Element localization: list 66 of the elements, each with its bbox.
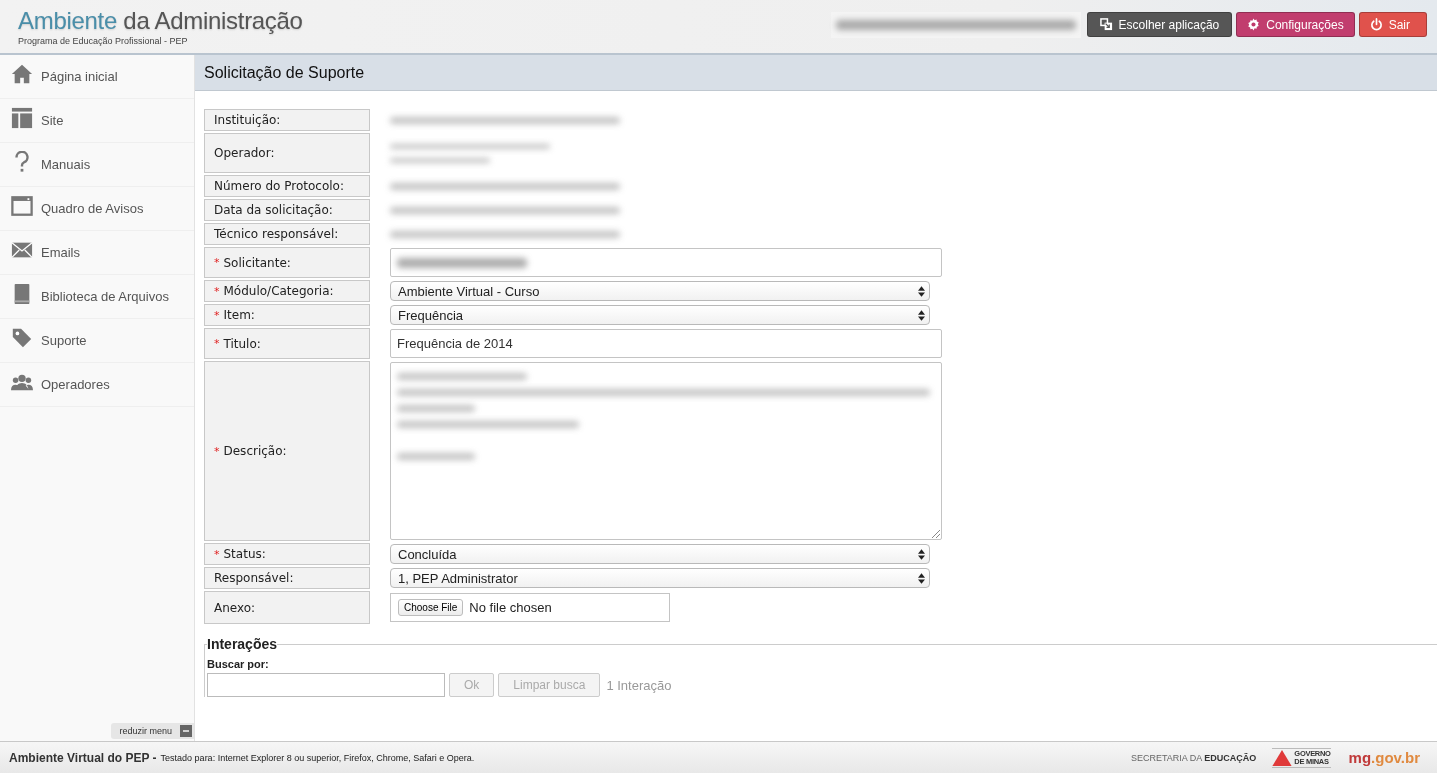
minus-icon [180, 725, 192, 737]
required-marker: * [214, 256, 220, 269]
sidebar-item[interactable]: Manuais [0, 143, 194, 187]
app-title: Ambiente da Administração [18, 7, 303, 35]
collapse-menu-button[interactable]: reduzir menu [111, 723, 194, 739]
house-icon [11, 62, 33, 85]
field-label: Status: [223, 547, 266, 561]
footer-title: Ambiente Virtual do PEP - [9, 750, 157, 765]
sidebar-item[interactable]: Emails [0, 231, 194, 275]
field-label: Solicitante: [223, 255, 291, 270]
field-label: Instituição: [214, 113, 281, 127]
gear-icon [1247, 18, 1261, 31]
required-marker: * [214, 337, 220, 350]
title-field[interactable]: Frequência de 2014 [390, 329, 942, 358]
file-status: No file chosen [469, 600, 552, 615]
section-title: Interações [207, 636, 278, 652]
updown-icon [918, 572, 925, 584]
required-marker: * [214, 284, 220, 298]
dropdown[interactable]: 1, PEP Administrator [390, 568, 930, 588]
field-label: Item: [223, 308, 255, 322]
field-label: Anexo: [214, 600, 256, 615]
sidebar-item[interactable]: Página inicial [0, 55, 194, 99]
search-field[interactable] [207, 673, 445, 697]
field-label: Descrição: [223, 444, 287, 458]
updown-icon [918, 548, 925, 560]
interaction-count: 1 Interação [606, 677, 672, 693]
header-button[interactable]: Sair [1358, 12, 1427, 37]
search-label: Buscar por: [207, 658, 270, 670]
sidebar-item[interactable]: Site [0, 99, 194, 143]
field-label: Número do Protocolo: [214, 179, 344, 193]
site-logo: mg.gov.br [1348, 749, 1420, 766]
required-marker: * [214, 444, 220, 458]
header-button[interactable]: Escolher aplicação [1086, 12, 1233, 37]
updown-icon [918, 285, 925, 297]
field-label: Data da solicitação: [214, 203, 333, 217]
field-label: Titulo: [223, 336, 261, 351]
dropdown[interactable]: Concluída [390, 544, 930, 564]
header-button[interactable]: Configurações [1236, 12, 1355, 37]
secretaria-logo: SECRETARIA DA EDUCAÇÃO [1131, 752, 1257, 763]
required-marker: * [214, 308, 220, 322]
browser-note: Testado para: Internet Explorer 8 ou superior, Firefox, Chrome, Safari e Opera. [160, 752, 475, 763]
window-icon [11, 194, 33, 217]
field-label: Operador: [214, 146, 275, 160]
description-field[interactable] [390, 362, 942, 540]
sidebar-item[interactable]: Suporte [0, 319, 194, 363]
sidebar-item[interactable]: Quadro de Avisos [0, 187, 194, 231]
switch-icon [1099, 18, 1113, 31]
app-subtitle: Programa de Educação Profissional - PEP [18, 36, 189, 46]
field-label: Responsável: [214, 571, 294, 585]
layout-icon [11, 106, 33, 129]
sidebar-item[interactable]: Operadores [0, 363, 194, 407]
required-marker: * [214, 547, 220, 561]
file-field[interactable]: Choose File No file chosen [390, 593, 670, 622]
resize-grip-icon [932, 530, 940, 538]
triangle-icon [1272, 749, 1293, 766]
field-label: Módulo/Categoria: [223, 284, 334, 298]
choose-file-button[interactable]: Choose File [398, 599, 464, 616]
page-title: Solicitação de Suporte [204, 63, 365, 82]
sidebar-item[interactable]: Biblioteca de Arquivos [0, 275, 194, 319]
power-icon [1369, 18, 1383, 31]
requester-field[interactable] [390, 248, 942, 277]
updown-icon [918, 309, 925, 321]
field-label: Técnico responsável: [214, 227, 339, 241]
tag-icon [11, 326, 33, 349]
dropdown[interactable]: Ambiente Virtual - Curso [390, 281, 930, 301]
dropdown[interactable]: Frequência [390, 305, 930, 325]
